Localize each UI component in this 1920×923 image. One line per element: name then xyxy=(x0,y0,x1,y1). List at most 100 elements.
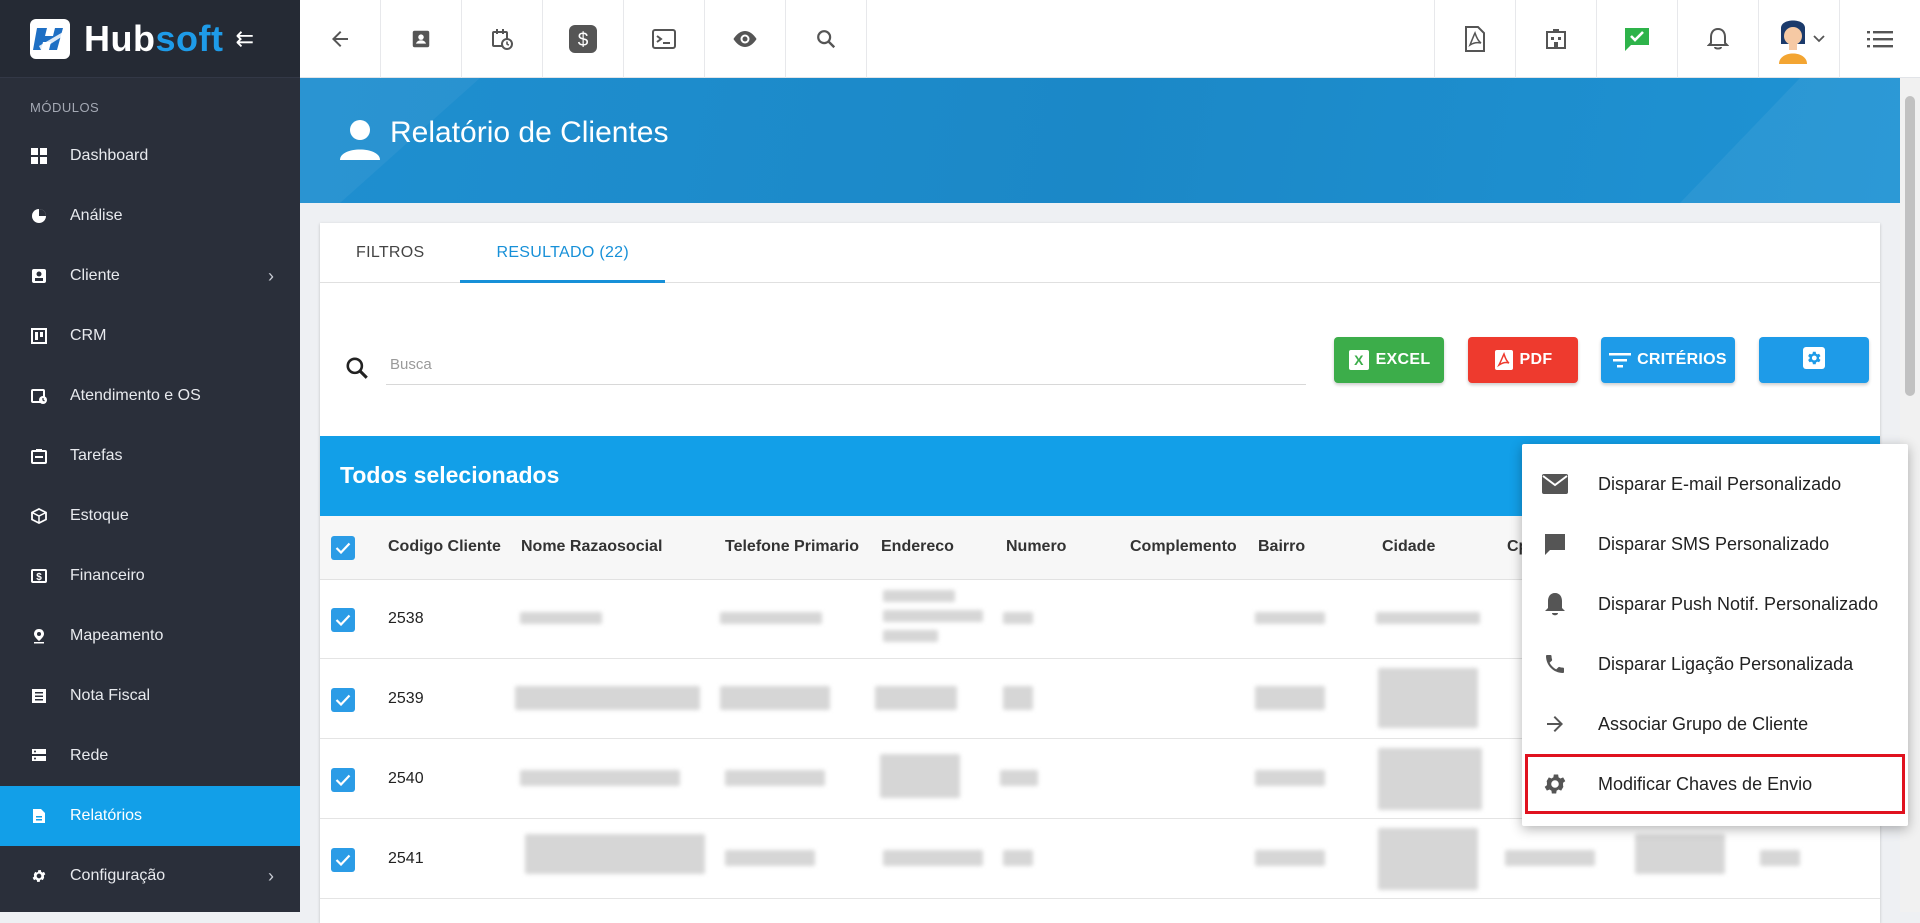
arrow-right-icon xyxy=(1542,712,1568,736)
column-header[interactable]: Codigo Cliente xyxy=(388,538,501,556)
sidebar-item-dashboard[interactable]: Dashboard xyxy=(0,126,300,186)
sidebar-item-cliente[interactable]: Cliente › xyxy=(0,246,300,306)
pdf-shortcut-button[interactable] xyxy=(1434,0,1515,78)
menu-item-label: Disparar Push Notif. Personalizado xyxy=(1598,593,1879,614)
select-all-checkbox[interactable] xyxy=(331,536,355,560)
sidebar-item-mapeamento[interactable]: Mapeamento xyxy=(0,606,300,666)
bell-icon xyxy=(1707,27,1729,50)
actions-settings-button[interactable] xyxy=(1759,337,1869,383)
hubsoft-logo-icon[interactable] xyxy=(30,18,70,59)
table-row[interactable]: 2541 xyxy=(320,820,1880,899)
calendar-clock-icon xyxy=(492,29,513,50)
column-header[interactable]: Cidade xyxy=(1382,538,1435,556)
search-icon xyxy=(817,30,836,49)
sidebar-item-estoque[interactable]: Estoque xyxy=(0,486,300,546)
menu-item-associate-group[interactable]: Associar Grupo de Cliente xyxy=(1522,694,1908,754)
sidebar-item-relatorios[interactable]: Relatórios xyxy=(0,786,300,846)
chevron-right-icon: › xyxy=(268,865,274,886)
column-header[interactable]: Complemento xyxy=(1130,538,1237,556)
scrollbar-thumb[interactable] xyxy=(1905,96,1915,396)
row-checkbox[interactable] xyxy=(331,688,355,712)
box-icon xyxy=(30,507,48,525)
excel-export-button[interactable]: X EXCEL xyxy=(1334,337,1444,383)
redacted-cell xyxy=(1378,668,1478,728)
company-shortcut-button[interactable] xyxy=(1515,0,1596,78)
collapse-sidebar-icon[interactable]: ⇇ xyxy=(235,26,253,52)
notifications-button[interactable] xyxy=(1677,0,1758,78)
terminal-shortcut-button[interactable] xyxy=(624,0,705,78)
row-checkbox[interactable] xyxy=(331,768,355,792)
crm-board-icon xyxy=(30,327,48,345)
sidebar-item-configuracao[interactable]: Configuração › xyxy=(0,846,300,906)
criteria-button[interactable]: CRITÉRIOS xyxy=(1601,337,1735,383)
check-icon xyxy=(335,694,351,706)
client-code-cell: 2540 xyxy=(388,770,424,787)
approvals-shortcut-button[interactable] xyxy=(1596,0,1677,78)
redacted-cell xyxy=(883,610,983,622)
redacted-cell xyxy=(720,686,830,710)
back-button[interactable] xyxy=(300,0,381,78)
redacted-cell xyxy=(1255,686,1325,710)
column-header[interactable]: Endereco xyxy=(881,538,954,556)
excel-icon: X xyxy=(1348,349,1370,371)
redacted-cell xyxy=(875,686,957,710)
menu-item-send-call[interactable]: Disparar Ligação Personalizada xyxy=(1522,634,1908,694)
redacted-cell xyxy=(1505,850,1595,866)
sidebar-item-atendimento[interactable]: Atendimento e OS xyxy=(0,366,300,426)
sidebar: Hubsoft ⇇ MÓDULOS Dashboard Análise Clie… xyxy=(0,0,300,912)
pdf-export-button[interactable]: PDF xyxy=(1468,337,1578,383)
menu-item-label: Disparar E-mail Personalizado xyxy=(1598,473,1842,494)
redacted-cell xyxy=(725,850,815,866)
menu-item-send-push[interactable]: Disparar Push Notif. Personalizado xyxy=(1522,574,1908,634)
sidebar-item-label: Estoque xyxy=(70,507,129,524)
finance-shortcut-button[interactable]: $ xyxy=(543,0,624,78)
sidebar-item-rede[interactable]: Rede xyxy=(0,726,300,786)
check-icon xyxy=(335,854,351,866)
excel-button-label: EXCEL xyxy=(1375,351,1431,368)
search-input[interactable] xyxy=(386,345,1306,385)
svg-text:X: X xyxy=(1354,352,1364,368)
check-icon xyxy=(335,542,351,554)
redacted-cell xyxy=(883,590,955,602)
menu-item-label: Disparar SMS Personalizado xyxy=(1598,533,1830,554)
row-checkbox[interactable] xyxy=(331,848,355,872)
menu-item-send-email[interactable]: Disparar E-mail Personalizado xyxy=(1522,454,1908,514)
redacted-cell xyxy=(1378,828,1478,890)
tab-resultado[interactable]: RESULTADO (22) xyxy=(460,223,665,283)
clients-shortcut-button[interactable] xyxy=(381,0,462,78)
chat-check-icon xyxy=(1625,28,1649,51)
tab-filtros[interactable]: FILTROS xyxy=(320,223,460,282)
list-menu-icon xyxy=(1867,31,1893,48)
user-menu-button[interactable] xyxy=(1758,0,1839,78)
search-icon xyxy=(346,357,368,379)
avatar xyxy=(1779,20,1807,64)
menu-list-button[interactable] xyxy=(1839,0,1920,78)
column-header[interactable]: Numero xyxy=(1006,538,1066,556)
sidebar-item-analise[interactable]: Análise xyxy=(0,186,300,246)
redacted-cell xyxy=(1376,612,1480,624)
menu-item-send-sms[interactable]: Disparar SMS Personalizado xyxy=(1522,514,1908,574)
search-shortcut-button[interactable] xyxy=(786,0,867,78)
redacted-cell xyxy=(1635,834,1725,874)
service-orders-shortcut-button[interactable] xyxy=(462,0,543,78)
sidebar-item-crm[interactable]: CRM xyxy=(0,306,300,366)
sidebar-item-label: Atendimento e OS xyxy=(70,387,201,404)
sidebar-item-tarefas[interactable]: Tarefas xyxy=(0,426,300,486)
svg-text:$: $ xyxy=(578,30,589,51)
money-icon: $ xyxy=(30,567,48,585)
menu-item-modify-send-keys[interactable]: Modificar Chaves de Envio xyxy=(1525,754,1905,814)
sidebar-item-label: Relatórios xyxy=(70,807,143,824)
row-checkbox[interactable] xyxy=(331,608,355,632)
view-shortcut-button[interactable] xyxy=(705,0,786,78)
column-header[interactable]: Telefone Primario xyxy=(725,538,859,556)
column-header[interactable]: Nome Razaosocial xyxy=(521,538,662,556)
invoice-icon xyxy=(30,687,48,705)
sidebar-item-financeiro[interactable]: $ Financeiro xyxy=(0,546,300,606)
eye-icon xyxy=(733,31,757,47)
criteria-button-label: CRITÉRIOS xyxy=(1637,351,1727,368)
redacted-cell xyxy=(520,770,680,786)
phone-icon xyxy=(1542,652,1568,676)
sidebar-item-nota-fiscal[interactable]: Nota Fiscal xyxy=(0,666,300,726)
column-header[interactable]: Bairro xyxy=(1258,538,1305,556)
redacted-cell xyxy=(1378,748,1482,810)
